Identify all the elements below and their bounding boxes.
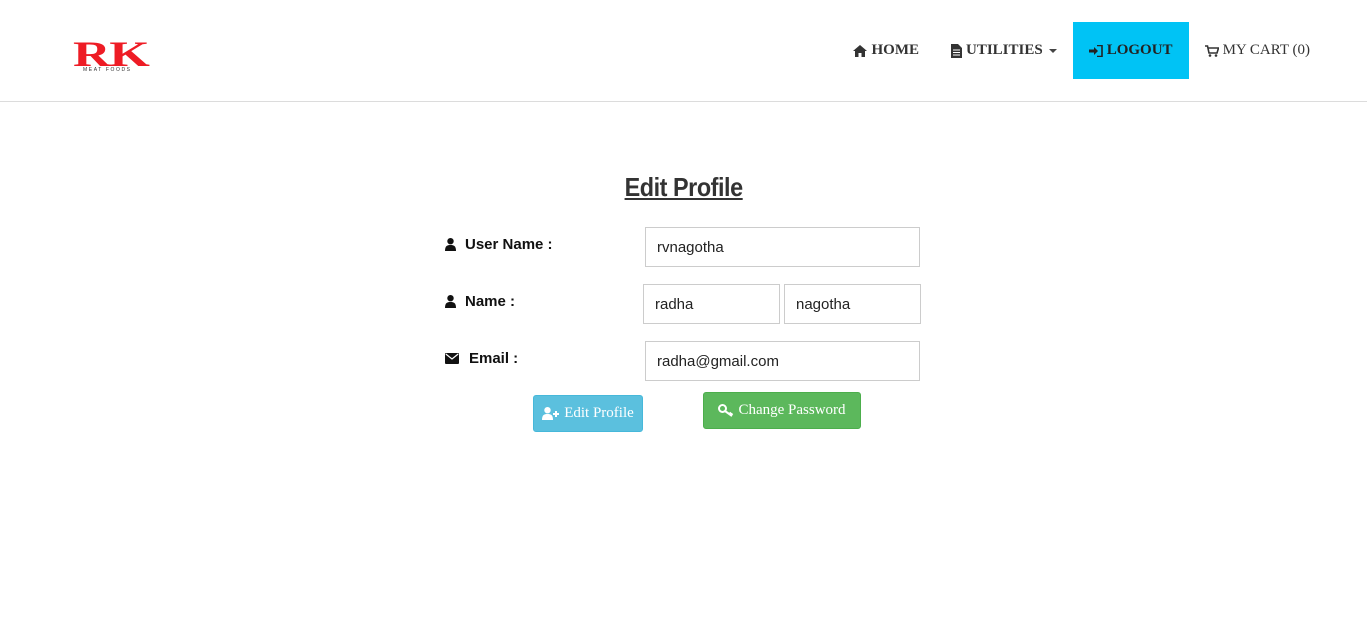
email-label: Email : (445, 349, 518, 367)
logo-subtext: MEAT FOODS (83, 67, 132, 73)
page-title: Edit Profile (0, 172, 1367, 203)
navbar: RK MEAT FOODS HOME UTILITIES LOGOUT MY C… (0, 0, 1367, 102)
email-input[interactable] (645, 341, 920, 381)
sign-in-icon (1088, 44, 1103, 57)
change-password-button[interactable]: Change Password (703, 392, 861, 429)
home-icon (853, 44, 868, 57)
cart-icon (1204, 44, 1219, 57)
first-name-input[interactable] (643, 284, 780, 324)
envelope-icon (445, 352, 459, 364)
nav-logout-label: LOGOUT (1106, 42, 1173, 58)
user-plus-icon (542, 407, 560, 420)
page-title-text: Edit Profile (624, 172, 743, 202)
username-label-text: User Name : (465, 235, 553, 253)
main-nav: HOME UTILITIES LOGOUT MY CART (0) (837, 22, 1367, 79)
key-icon (718, 404, 734, 417)
nav-utilities[interactable]: UTILITIES (935, 22, 1073, 79)
file-icon (950, 43, 962, 58)
nav-home[interactable]: HOME (837, 22, 935, 79)
email-label-text: Email : (469, 349, 519, 367)
username-input[interactable] (645, 227, 920, 267)
caret-down-icon (1048, 48, 1057, 53)
name-label-text: Name : (465, 292, 516, 310)
nav-utilities-label: UTILITIES (965, 42, 1043, 58)
nav-home-label: HOME (871, 42, 919, 58)
change-password-label: Change Password (738, 402, 846, 418)
nav-cart-label: MY CART (0) (1222, 42, 1310, 58)
nav-cart[interactable]: MY CART (0) (1189, 22, 1367, 79)
edit-profile-label: Edit Profile (564, 405, 634, 421)
user-icon (445, 294, 456, 308)
username-label: User Name : (445, 235, 553, 253)
nav-logout[interactable]: LOGOUT (1072, 22, 1189, 79)
last-name-input[interactable] (784, 284, 921, 324)
brand-logo[interactable]: RK MEAT FOODS (73, 36, 193, 76)
name-label: Name : (445, 292, 515, 310)
logo-swoosh-icon (133, 63, 193, 73)
user-icon (445, 237, 456, 251)
edit-profile-button[interactable]: Edit Profile (533, 395, 643, 432)
